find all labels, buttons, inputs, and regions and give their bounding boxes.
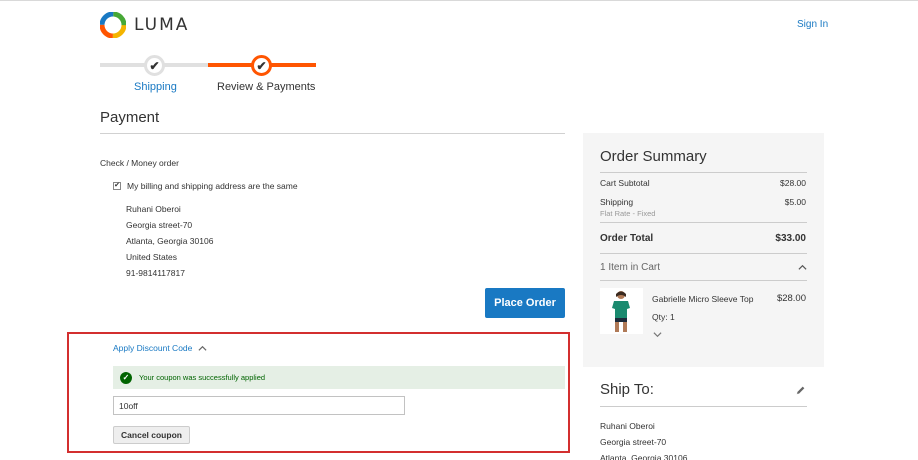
ship-to-address-line: Atlanta, Georgia 30106 bbox=[600, 453, 688, 460]
product-thumbnail bbox=[600, 288, 643, 334]
ship-to-title: Ship To: bbox=[600, 381, 654, 398]
ship-to-address: Ruhani Oberoi Georgia street-70 Atlanta,… bbox=[600, 418, 687, 460]
coupon-success-message: ✓ Your coupon was successfully applied bbox=[113, 366, 565, 389]
summary-divider bbox=[600, 280, 807, 281]
billing-address-line: United States bbox=[126, 252, 178, 262]
top-border bbox=[0, 0, 918, 1]
success-message-text: Your coupon was successfully applied bbox=[139, 373, 266, 382]
billing-address-line: Georgia street-70 bbox=[126, 220, 193, 230]
items-in-cart-toggle[interactable]: 1 Item in Cart bbox=[600, 262, 660, 273]
same-address-option[interactable]: ✔ My billing and shipping address are th… bbox=[113, 181, 298, 191]
summary-divider bbox=[600, 172, 807, 173]
subtotal-label: Cart Subtotal bbox=[600, 178, 650, 188]
billing-address: Ruhani Oberoi Georgia street-70 Atlanta,… bbox=[126, 201, 213, 281]
shipping-label: Shipping bbox=[600, 197, 634, 207]
success-check-icon: ✓ bbox=[120, 371, 132, 384]
step-shipping-marker[interactable]: ✔ bbox=[144, 55, 165, 76]
check-icon: ✔ bbox=[149, 58, 160, 73]
step-review-label: Review & Payments bbox=[217, 81, 316, 93]
apply-discount-label: Apply Discount Code bbox=[113, 343, 193, 353]
billing-address-line: Ruhani Oberoi bbox=[126, 204, 181, 214]
product-qty: Qty: 1 bbox=[652, 312, 675, 322]
check-icon: ✔ bbox=[256, 58, 267, 73]
product-name: Gabrielle Micro Sleeve Top bbox=[652, 294, 754, 304]
ship-to-address-line: Georgia street-70 bbox=[600, 437, 667, 447]
discount-code-input[interactable] bbox=[113, 396, 405, 415]
payment-title: Payment bbox=[100, 109, 160, 126]
order-total-label: Order Total bbox=[600, 233, 654, 244]
order-summary-title: Order Summary bbox=[600, 148, 707, 165]
payment-method-label: Check / Money order bbox=[100, 158, 179, 168]
summary-divider bbox=[600, 222, 807, 223]
product-image-icon bbox=[600, 288, 643, 334]
billing-address-line: 91-9814117817 bbox=[126, 268, 185, 278]
logo-text: LUMA bbox=[134, 15, 190, 35]
shipping-value: $5.00 bbox=[784, 197, 806, 207]
chevron-up-icon bbox=[198, 345, 207, 351]
shipping-method: Flat Rate - Fixed bbox=[600, 209, 656, 218]
step-review-marker: ✔ bbox=[251, 55, 272, 76]
same-address-checkbox[interactable]: ✔ bbox=[113, 182, 121, 190]
apply-discount-toggle[interactable]: Apply Discount Code bbox=[113, 343, 207, 353]
chevron-up-icon[interactable] bbox=[798, 263, 807, 272]
sign-in-link[interactable]: Sign In bbox=[797, 19, 828, 30]
summary-divider bbox=[600, 253, 807, 254]
product-price: $28.00 bbox=[776, 293, 806, 304]
place-order-button[interactable]: Place Order bbox=[485, 288, 565, 318]
step-shipping-label[interactable]: Shipping bbox=[134, 81, 177, 93]
cancel-coupon-button[interactable]: Cancel coupon bbox=[113, 426, 190, 444]
chevron-down-icon[interactable] bbox=[653, 330, 662, 339]
luma-logo[interactable]: LUMA bbox=[100, 12, 189, 38]
ship-to-address-line: Ruhani Oberoi bbox=[600, 421, 655, 431]
subtotal-value: $28.00 bbox=[780, 178, 806, 188]
billing-address-line: Atlanta, Georgia 30106 bbox=[126, 236, 214, 246]
pencil-icon[interactable] bbox=[795, 385, 806, 396]
luma-logo-icon bbox=[100, 12, 126, 38]
order-total-value: $33.00 bbox=[775, 233, 806, 244]
ship-to-divider bbox=[600, 406, 807, 407]
same-address-label: My billing and shipping address are the … bbox=[127, 181, 298, 191]
payment-divider bbox=[100, 133, 565, 134]
